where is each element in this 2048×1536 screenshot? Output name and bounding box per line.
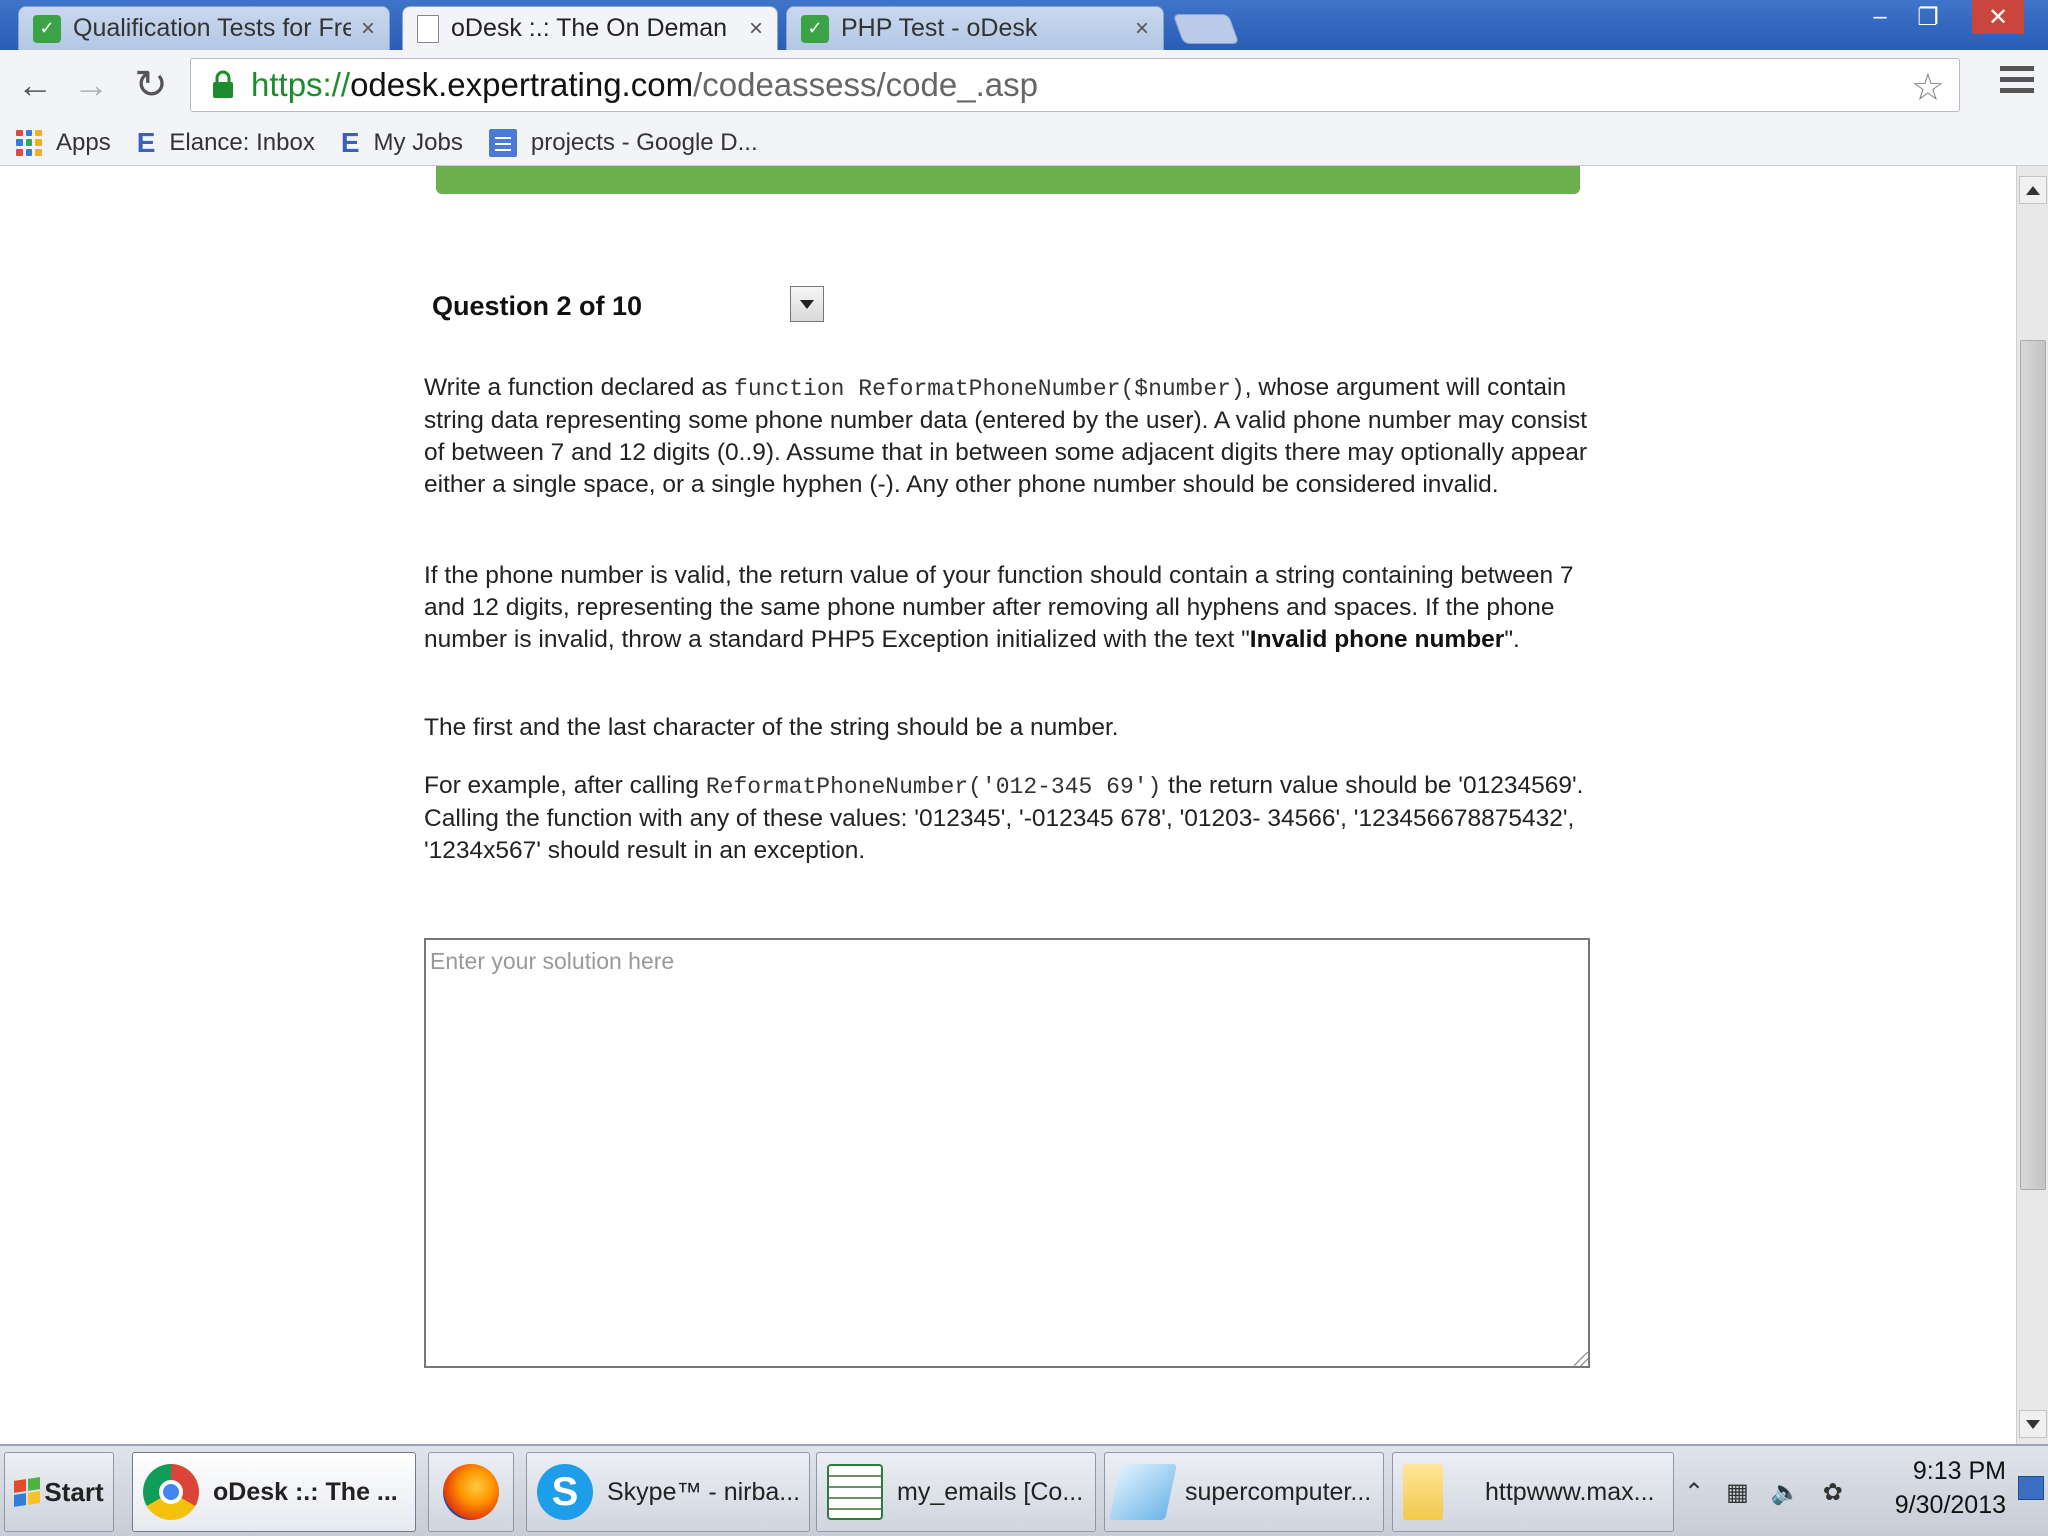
system-clock[interactable]: 9:13 PM 9/30/2013 — [1866, 1454, 2006, 1522]
scroll-up-arrow-icon[interactable] — [2019, 176, 2047, 204]
question-paragraph-1: Write a function declared as function Re… — [424, 374, 1588, 498]
invalid-phone-text: Invalid phone number — [1249, 626, 1505, 653]
textarea-resize-handle[interactable] — [1574, 1352, 1588, 1366]
tab-odesk-on-demand[interactable]: oDesk :.: The On Deman × — [402, 6, 778, 50]
reload-icon[interactable]: ↻ — [128, 62, 174, 108]
restore-icon[interactable]: ❐ — [1906, 0, 1950, 34]
question-paragraph-4: For example, after calling ReformatPhone… — [424, 772, 1584, 864]
close-tab-icon[interactable]: × — [1135, 15, 1149, 43]
taskbar-item-excel[interactable]: my_emails [Co... — [816, 1452, 1096, 1532]
page-favicon-icon — [417, 14, 439, 43]
question-paragraph-2: If the phone number is valid, the return… — [424, 562, 1574, 653]
volume-icon[interactable]: 🔈 — [1771, 1478, 1801, 1507]
taskbar-item-skype[interactable]: S Skype™ - nirba... — [526, 1452, 810, 1532]
apps-grid-icon — [16, 129, 42, 156]
forward-icon[interactable]: → — [68, 62, 114, 108]
elance-icon: E — [136, 126, 156, 158]
lock-icon — [203, 65, 243, 105]
question-paragraph-3: The first and the last character of the … — [424, 714, 1119, 741]
close-tab-icon[interactable]: × — [361, 15, 375, 43]
close-tab-icon[interactable]: × — [749, 15, 763, 43]
elance-icon: E — [340, 126, 360, 158]
minimize-icon[interactable]: – — [1858, 0, 1902, 34]
connection-status-icon[interactable]: ✿ — [1823, 1478, 1843, 1507]
question-counter: Question 2 of 10 — [432, 291, 643, 321]
google-docs-icon — [488, 128, 517, 157]
odesk-favicon-icon: ✓ — [801, 14, 829, 43]
browser-toolbar: ← → ↻ https://odesk.expertrating.com/cod… — [0, 50, 2048, 120]
tab-qualification-tests[interactable]: ✓ Qualification Tests for Fre × — [18, 6, 390, 50]
bookmark-projects-google-docs[interactable]: projects - Google D... — [488, 128, 758, 157]
bookmark-star-icon[interactable]: ☆ — [1911, 65, 1945, 110]
bookmark-label: My Jobs — [373, 128, 463, 156]
notepad-icon — [1109, 1464, 1177, 1520]
new-tab-button[interactable] — [1172, 14, 1240, 44]
bookmark-label: Elance: Inbox — [169, 128, 315, 156]
taskbar-item-firefox[interactable] — [428, 1452, 514, 1532]
chrome-menu-icon[interactable] — [2000, 66, 2034, 104]
scroll-thumb[interactable] — [2020, 340, 2046, 1190]
bookmark-elance-inbox[interactable]: E Elance: Inbox — [137, 127, 315, 159]
excel-icon — [827, 1464, 883, 1520]
firefox-icon — [443, 1464, 499, 1520]
task-label: Skype™ - nirba... — [607, 1477, 801, 1506]
task-label: supercomputer... — [1185, 1477, 1372, 1506]
example-call: ReformatPhoneNumber('012-345 69') — [705, 774, 1162, 800]
bookmark-my-jobs[interactable]: E My Jobs — [341, 127, 463, 159]
tab-php-test[interactable]: ✓ PHP Test - oDesk × — [786, 6, 1164, 50]
tab-title: PHP Test - oDesk — [841, 14, 1038, 42]
odesk-favicon-icon: ✓ — [33, 14, 61, 43]
bookmark-label: Apps — [56, 128, 111, 156]
taskbar-item-chrome[interactable]: oDesk :.: The ... — [132, 1452, 416, 1532]
bookmark-apps[interactable]: Apps — [16, 129, 111, 157]
show-hidden-icons-icon[interactable]: ⌃ — [1684, 1478, 1704, 1507]
task-label: oDesk :.: The ... — [213, 1477, 398, 1506]
skype-icon: S — [537, 1464, 593, 1520]
close-window-icon[interactable]: ✕ — [1972, 0, 2024, 34]
start-label: Start — [44, 1476, 104, 1507]
page-content: Question 2 of 10 Write a function declar… — [0, 166, 2016, 1444]
url-text: https://odesk.expertrating.com/codeasses… — [251, 66, 1038, 103]
show-desktop-button[interactable] — [2018, 1476, 2044, 1500]
browser-titlebar: ✓ Qualification Tests for Fre × oDesk :.… — [0, 0, 2048, 50]
bookmark-label: projects - Google D... — [530, 128, 758, 156]
tab-title: oDesk :.: The On Deman — [451, 14, 728, 42]
chrome-icon — [143, 1464, 199, 1520]
windows-flag-icon — [14, 1477, 41, 1507]
timer-banner — [436, 166, 1580, 194]
solution-input[interactable] — [424, 938, 1590, 1368]
tab-title: Qualification Tests for Fre — [73, 14, 351, 42]
task-label: httpwww.max... — [1485, 1477, 1655, 1506]
question-select-dropdown[interactable] — [790, 286, 824, 322]
address-bar[interactable]: https://odesk.expertrating.com/codeasses… — [190, 58, 1960, 112]
taskbar-item-folder[interactable]: httpwww.max... — [1392, 1452, 1674, 1532]
start-button[interactable]: Start — [4, 1452, 114, 1532]
network-icon[interactable]: ▦ — [1726, 1478, 1749, 1507]
scroll-down-arrow-icon[interactable] — [2019, 1410, 2047, 1438]
taskbar-item-notepad[interactable]: supercomputer... — [1104, 1452, 1384, 1532]
bookmarks-bar: Apps E Elance: Inbox E My Jobs projects … — [0, 120, 2048, 166]
function-signature: function ReformatPhoneNumber($number) — [734, 376, 1245, 402]
windows-taskbar: Start oDesk :.: The ... S Skype™ - nirba… — [0, 1444, 2048, 1536]
page-scrollbar[interactable] — [2016, 166, 2048, 1444]
folder-icon — [1403, 1464, 1443, 1520]
clock-date: 9/30/2013 — [1894, 1491, 2006, 1519]
back-icon[interactable]: ← — [12, 62, 58, 108]
task-label: my_emails [Co... — [897, 1477, 1084, 1506]
clock-time: 9:13 PM — [1912, 1457, 2006, 1485]
